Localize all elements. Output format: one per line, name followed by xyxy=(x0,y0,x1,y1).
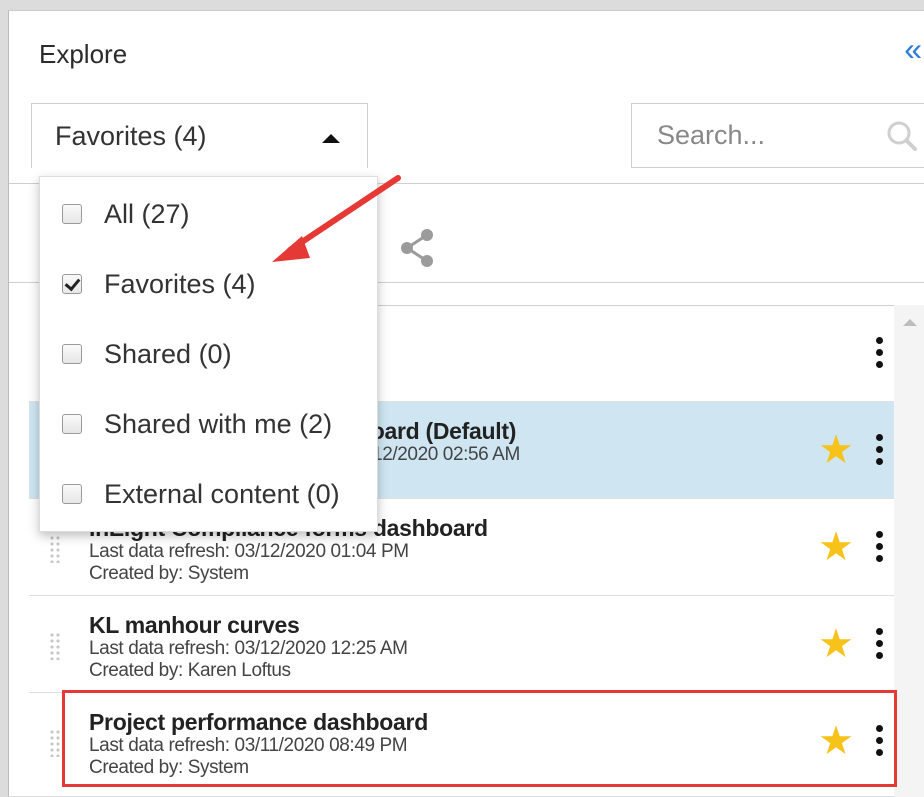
more-options-icon[interactable] xyxy=(876,337,884,371)
option-label: Shared (0) xyxy=(104,338,232,369)
scroll-up-icon[interactable] xyxy=(903,319,917,326)
list-item[interactable]: KL manhour curves Last data refresh: 03/… xyxy=(29,596,894,693)
scrollbar[interactable] xyxy=(894,305,924,797)
search-icon[interactable] xyxy=(884,118,920,154)
panel-title: Explore xyxy=(39,39,128,69)
favorite-star-icon[interactable]: ★ xyxy=(818,624,854,664)
favorite-star-icon[interactable]: ★ xyxy=(818,527,854,567)
explore-panel: Explore « Favorites (4) board (Default) … xyxy=(8,10,924,797)
checkbox-checked[interactable] xyxy=(62,274,82,294)
option-label: Favorites (4) xyxy=(104,268,256,299)
drag-handle-icon[interactable] xyxy=(49,632,61,660)
annotation-arrow-icon xyxy=(272,175,401,262)
drag-handle-icon[interactable] xyxy=(49,729,61,757)
collapse-panel-icon[interactable]: « xyxy=(904,33,922,65)
more-options-icon[interactable] xyxy=(876,531,884,565)
filter-option-external-content[interactable]: External content (0) xyxy=(40,459,379,529)
item-refresh: Last data refresh: 03/12/2020 01:04 PM xyxy=(89,541,409,562)
checkbox[interactable] xyxy=(62,204,82,224)
item-refresh: Last data refresh: 03/12/2020 12:25 AM xyxy=(89,638,408,659)
drag-handle-icon[interactable] xyxy=(49,535,61,563)
option-label: Shared with me (2) xyxy=(104,408,333,439)
item-created: Created by: Karen Loftus xyxy=(89,660,291,681)
checkbox[interactable] xyxy=(62,344,82,364)
checkbox[interactable] xyxy=(62,484,82,504)
option-label: All (27) xyxy=(104,198,190,229)
caret-up-icon xyxy=(322,134,340,143)
filter-option-shared-with-me[interactable]: Shared with me (2) xyxy=(40,389,379,459)
filter-option-shared[interactable]: Shared (0) xyxy=(40,319,379,389)
search-box[interactable] xyxy=(631,103,924,168)
checkbox[interactable] xyxy=(62,414,82,434)
item-title: KL manhour curves xyxy=(89,612,300,638)
search-input[interactable] xyxy=(655,119,875,152)
more-options-icon[interactable] xyxy=(876,628,884,662)
option-label: External content (0) xyxy=(104,478,340,509)
item-created: Created by: System xyxy=(89,563,249,584)
more-options-icon[interactable] xyxy=(876,434,884,468)
item-body: KL manhour curves Last data refresh: 03/… xyxy=(89,612,789,682)
filter-selected-label: Favorites (4) xyxy=(55,120,207,151)
favorite-star-icon[interactable]: ★ xyxy=(818,430,854,470)
filter-dropdown[interactable]: Favorites (4) xyxy=(31,103,368,168)
highlight-annotation-box xyxy=(62,690,897,787)
